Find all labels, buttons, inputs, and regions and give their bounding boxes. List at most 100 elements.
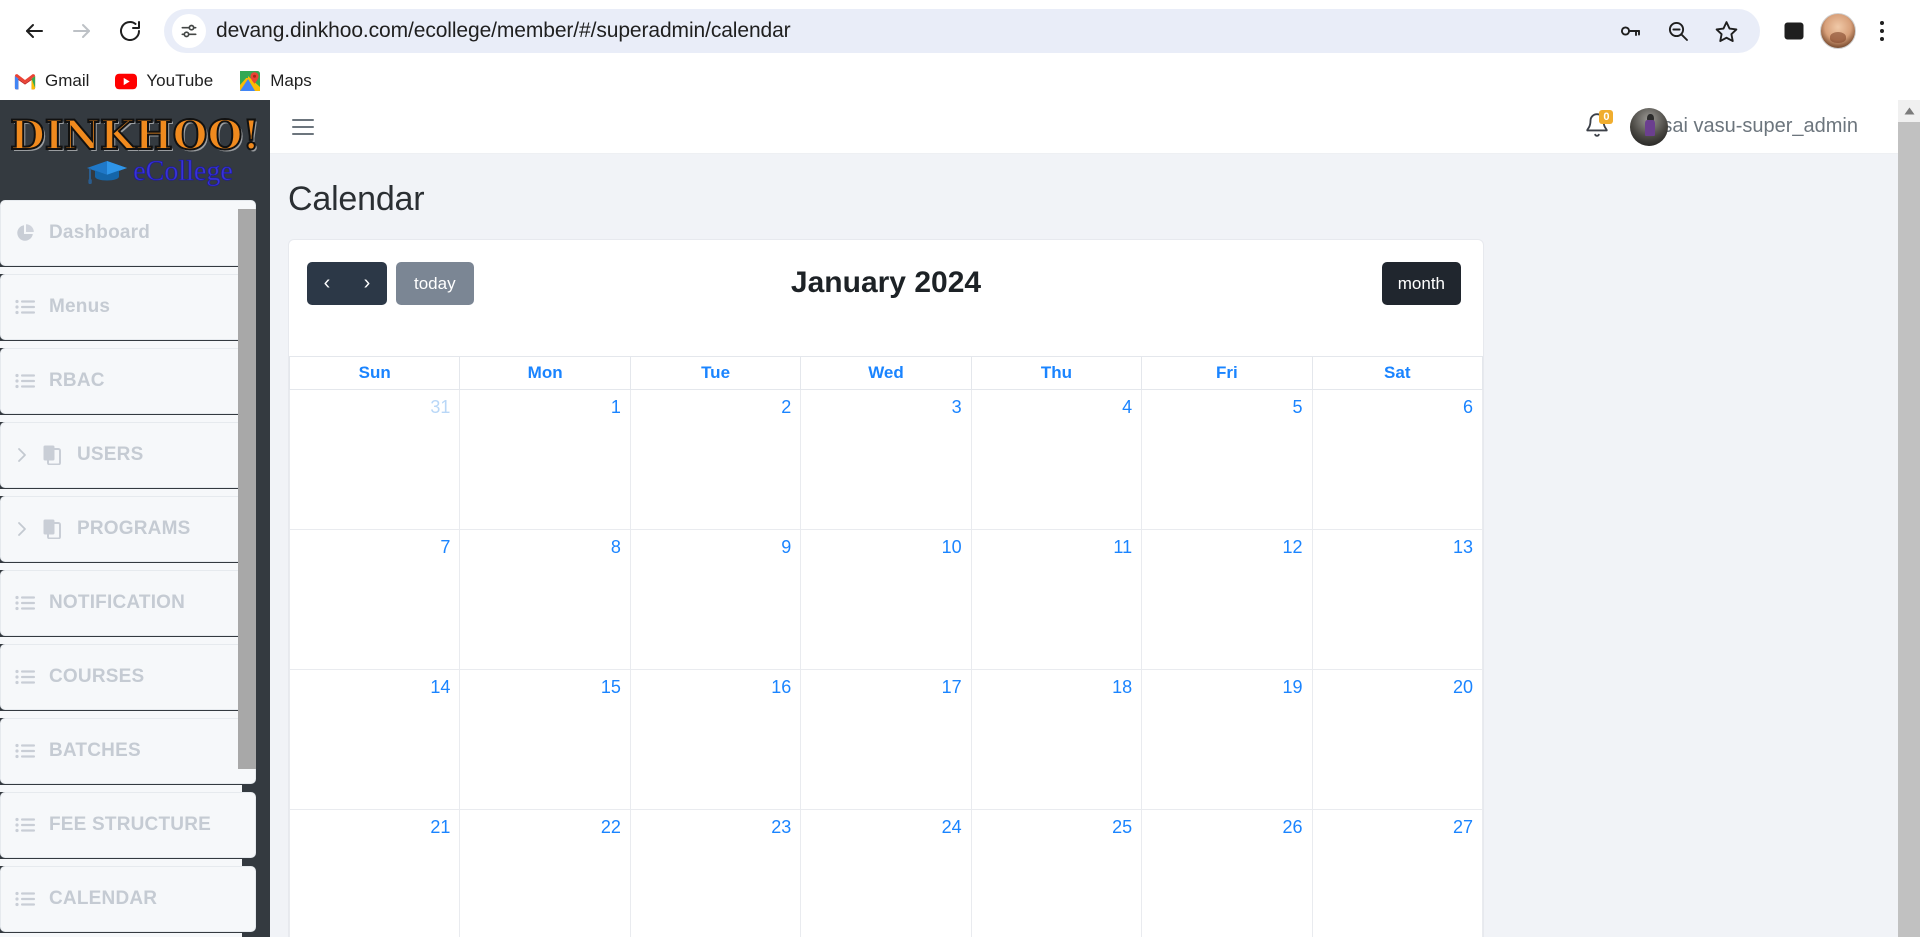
- sidebar-item-users[interactable]: USERS: [0, 422, 256, 488]
- calendar-day-cell[interactable]: 25: [970, 809, 1143, 937]
- calendar-day-cell[interactable]: 31: [289, 389, 461, 530]
- app-topbar: 0 sai vasu-super_admin: [270, 100, 1920, 154]
- calendar-day-cell[interactable]: 4: [970, 389, 1143, 530]
- list-icon: [15, 669, 37, 685]
- sidebar: DINKHOO! eCollege Dashboard Menus RBAC USER…: [0, 100, 270, 937]
- list-icon: [15, 299, 37, 315]
- calendar-today-button[interactable]: today: [396, 262, 474, 305]
- back-button[interactable]: [12, 9, 56, 53]
- calendar-day-cell[interactable]: 11: [970, 529, 1143, 670]
- calendar-day-number: 18: [1112, 677, 1133, 697]
- calendar-day-cell[interactable]: 1: [459, 389, 631, 530]
- calendar-day-cell[interactable]: 9: [629, 529, 802, 670]
- calendar-next-button[interactable]: ›: [347, 262, 387, 305]
- calendar-day-cell[interactable]: 2: [629, 389, 802, 530]
- calendar-day-number: 13: [1452, 537, 1473, 557]
- sidebar-scrollbar[interactable]: [238, 100, 256, 937]
- calendar-day-cell[interactable]: 22: [459, 809, 631, 937]
- chrome-profile-avatar[interactable]: [1820, 13, 1856, 49]
- calendar-day-cell[interactable]: 6: [1311, 389, 1483, 530]
- sidebar-item-separator: [0, 785, 256, 792]
- calendar-day-number: 10: [941, 537, 962, 557]
- calendar-day-cell[interactable]: 15: [459, 669, 631, 810]
- calendar-view-month-button[interactable]: month: [1381, 262, 1461, 305]
- calendar-day-cell[interactable]: 3: [800, 389, 972, 530]
- bookmark-gmail[interactable]: Gmail: [14, 70, 89, 92]
- side-panel-icon[interactable]: [1774, 11, 1814, 51]
- calendar-day-cell[interactable]: 26: [1141, 809, 1313, 937]
- calendar-day-cell[interactable]: 27: [1311, 809, 1483, 937]
- calendar-day-number: 6: [1462, 397, 1473, 417]
- sidebar-item-label: NOTIFICATION: [49, 592, 186, 613]
- main-content: 0 sai vasu-super_admin Calendar ‹ › toda…: [270, 100, 1920, 937]
- address-bar[interactable]: devang.dinkhoo.com/ecollege/member/#/sup…: [164, 9, 1760, 53]
- reload-button[interactable]: [108, 9, 152, 53]
- calendar-day-cell[interactable]: 19: [1141, 669, 1313, 810]
- calendar-weekday: Sun: [289, 356, 461, 390]
- sidebar-item-fee-structure[interactable]: FEE STRUCTURE: [0, 792, 256, 858]
- sidebar-item-separator: [0, 341, 256, 348]
- calendar-prev-button[interactable]: ‹: [307, 262, 347, 305]
- copy-icon: [43, 519, 65, 539]
- topbar-right: 0 sai vasu-super_admin: [1584, 107, 1898, 146]
- sidebar-item-programs[interactable]: PROGRAMS: [0, 496, 256, 562]
- calendar-day-number: 21: [430, 817, 451, 837]
- sidebar-item-separator: [0, 563, 256, 570]
- calendar-day-cell[interactable]: 20: [1311, 669, 1483, 810]
- url-text: devang.dinkhoo.com/ecollege/member/#/sup…: [216, 19, 791, 42]
- sidebar-item-rbac[interactable]: RBAC: [0, 348, 256, 414]
- bookmark-youtube[interactable]: YouTube: [115, 70, 213, 92]
- sidebar-item-label: Dashboard: [49, 222, 151, 243]
- app-logo[interactable]: DINKHOO! eCollege: [0, 100, 270, 200]
- site-info-icon[interactable]: [172, 14, 206, 48]
- calendar-day-cell[interactable]: 13: [1311, 529, 1483, 670]
- key-icon[interactable]: [1610, 11, 1650, 51]
- sidebar-item-calendar[interactable]: CALENDAR: [0, 866, 256, 932]
- omnibox-actions: [1598, 11, 1746, 51]
- logo-subtitle: eCollege: [133, 156, 233, 187]
- user-menu[interactable]: sai vasu-super_admin: [1630, 107, 1858, 146]
- calendar-day-cell[interactable]: 21: [289, 809, 461, 937]
- calendar-day-cell[interactable]: 7: [289, 529, 461, 670]
- page-scrollbar[interactable]: [1898, 100, 1920, 937]
- calendar-day-cell[interactable]: 16: [629, 669, 802, 810]
- list-icon: [15, 743, 37, 759]
- calendar-weekday: Tue: [629, 356, 802, 390]
- calendar-day-cell[interactable]: 18: [970, 669, 1143, 810]
- calendar-day-number: 16: [771, 677, 792, 697]
- scrollbar-up-arrow[interactable]: [1898, 100, 1920, 122]
- bookmark-maps[interactable]: Maps: [239, 70, 312, 92]
- zoom-out-icon[interactable]: [1658, 11, 1698, 51]
- page-scrollbar-thumb[interactable]: [1898, 122, 1920, 937]
- calendar-day-cell[interactable]: 10: [800, 529, 972, 670]
- calendar-day-cell[interactable]: 12: [1141, 529, 1313, 670]
- calendar-day-cell[interactable]: 5: [1141, 389, 1313, 530]
- calendar-day-cell[interactable]: 8: [459, 529, 631, 670]
- sidebar-item-menus[interactable]: Menus: [0, 274, 256, 340]
- logo-subtitle-wrap: eCollege: [85, 156, 233, 187]
- sidebar-item-label: Menus: [49, 296, 111, 317]
- calendar-day-cell[interactable]: 23: [629, 809, 802, 937]
- sidebar-item-dashboard[interactable]: Dashboard: [0, 200, 256, 266]
- forward-button[interactable]: [60, 9, 104, 53]
- sidebar-item-courses[interactable]: COURSES: [0, 644, 256, 710]
- hamburger-icon[interactable]: [292, 114, 318, 140]
- sidebar-item-label: USERS: [77, 444, 144, 465]
- sidebar-item-batches[interactable]: BATCHES: [0, 718, 256, 784]
- calendar-day-number: 9: [781, 537, 792, 557]
- calendar-day-number: 4: [1122, 397, 1133, 417]
- copy-icon: [43, 445, 65, 465]
- kebab-menu-icon[interactable]: [1862, 9, 1902, 53]
- sidebar-item-label: FEE STRUCTURE: [49, 814, 211, 835]
- star-icon[interactable]: [1706, 11, 1746, 51]
- calendar-day-cell[interactable]: 17: [800, 669, 972, 810]
- calendar-day-cell[interactable]: 14: [289, 669, 461, 810]
- calendar-day-cell[interactable]: 24: [800, 809, 972, 937]
- calendar-week-row: 14 15 16 17 18 19 20: [289, 669, 1483, 810]
- calendar-week-row: 21 22 23 24 25 26 27: [289, 809, 1483, 937]
- sidebar-item-notification[interactable]: NOTIFICATION: [0, 570, 256, 636]
- sidebar-item-separator: [0, 637, 256, 644]
- notification-bell[interactable]: 0: [1584, 109, 1614, 142]
- calendar-weekday: Wed: [800, 356, 972, 390]
- sidebar-scrollbar-thumb[interactable]: [238, 209, 256, 769]
